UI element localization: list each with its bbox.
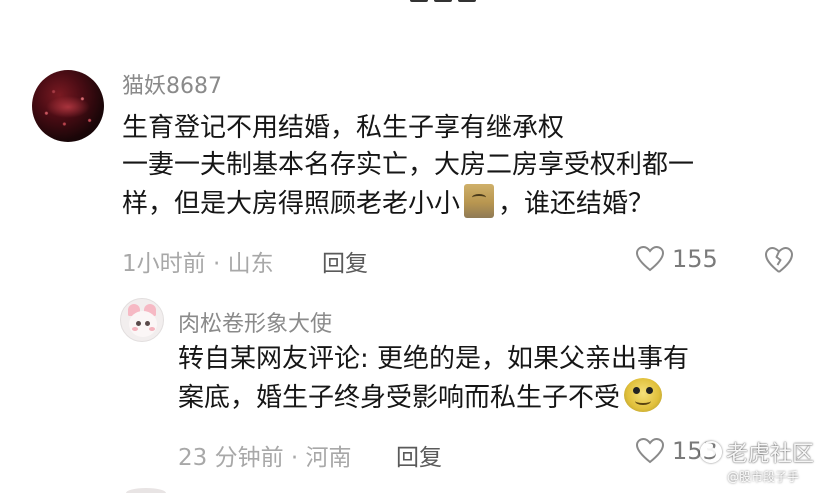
- like-button[interactable]: 155: [636, 245, 718, 273]
- grin-face-emoji-icon: [624, 378, 663, 412]
- reply-time-location: 23 分钟前 · 河南: [178, 445, 352, 471]
- reply-username[interactable]: 肉松卷形象大使: [178, 306, 332, 338]
- reply-text: 转自某网友评论: 更绝的是，如果父亲出事有 案底，婚生子终身受影响而私生子不受: [178, 341, 689, 417]
- watermark-text: 老虎社区: [726, 442, 815, 467]
- comment-line-part: 样，但是大房得照顾老老小小: [122, 189, 461, 219]
- comment-text: 生育登记不用结婚，私生子享有继承权 一妻一夫制基本名存实亡，大房二房享受权利都一…: [122, 110, 694, 223]
- reply-button[interactable]: 回复: [396, 438, 442, 472]
- comment-line: 一妻一夫制基本名存实亡，大房二房享受权利都一: [122, 150, 695, 180]
- reply-line-part: 案底，婚生子终身受影响而私生子不受: [178, 383, 621, 413]
- commenter-avatar[interactable]: [32, 70, 104, 142]
- reply-line-with-emoji: 案底，婚生子终身受影响而私生子不受: [178, 378, 689, 417]
- comment-time-location: 1小时前 · 山东: [122, 251, 274, 277]
- tiger-community-logo-icon: [700, 441, 722, 463]
- comment-line-part: ，谁还结婚？: [498, 189, 655, 219]
- reply-button[interactable]: 回复: [322, 244, 368, 278]
- comment-line: 生育登记不用结婚，私生子享有继承权: [122, 113, 565, 143]
- watermark-handle: @股市段子手: [727, 470, 800, 484]
- like-count: 155: [672, 245, 718, 273]
- reply-line: 转自某网友评论: 更绝的是，如果父亲出事有: [178, 344, 690, 374]
- heart-outline-icon: [636, 438, 664, 464]
- reply-commenter-avatar[interactable]: [120, 298, 164, 342]
- cat-emoji-icon: [464, 184, 495, 218]
- comment-username[interactable]: 猫妖8687: [122, 68, 222, 100]
- dislike-button[interactable]: [764, 246, 794, 274]
- previous-content-fragment: [410, 0, 490, 6]
- heart-outline-icon: [636, 246, 664, 272]
- next-comment-avatar-fragment: [126, 488, 166, 493]
- comment-line-with-emoji: 样，但是大房得照顾老老小小 ，谁还结婚？: [122, 184, 694, 223]
- broken-heart-icon: [765, 247, 793, 273]
- watermark: 老虎社区: [700, 436, 814, 468]
